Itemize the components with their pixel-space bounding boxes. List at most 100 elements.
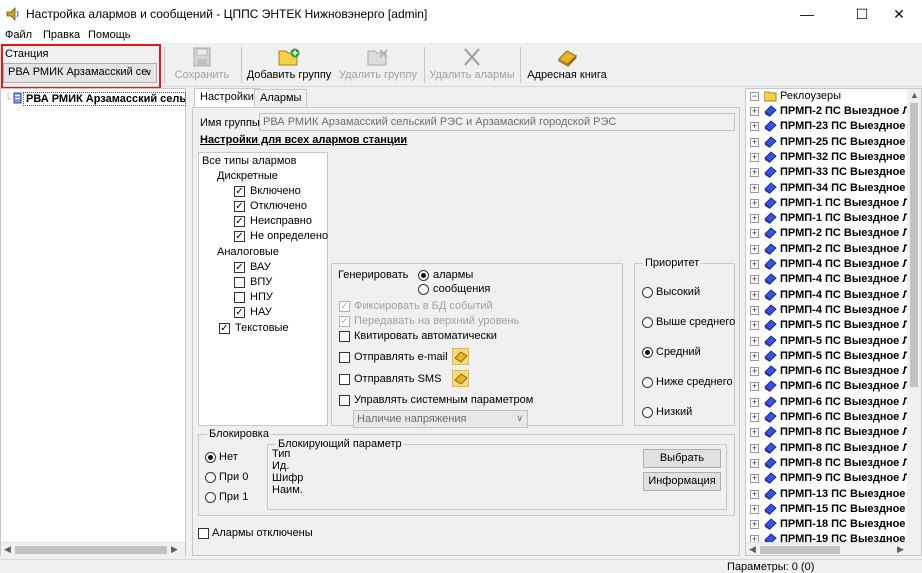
checkbox-undefined[interactable]: ✓	[234, 231, 245, 242]
checkbox-nau[interactable]: ✓	[234, 307, 245, 318]
recloser-tree-item[interactable]: + ПРМП-6 ПС Выездное Л-	[746, 364, 916, 379]
system-param-select[interactable]: Наличие напряжения ∨	[353, 410, 528, 428]
address-book-button[interactable]: Адресная книга	[524, 45, 610, 85]
expand-icon[interactable]: +	[750, 336, 759, 346]
recloser-tree-item[interactable]: + ПРМП-8 ПС Выездное Л-	[746, 425, 916, 440]
recloser-tree-item[interactable]: + ПРМП-33 ПС Выездное Л	[746, 165, 916, 180]
recloser-tree-item[interactable]: + ПРМП-34 ПС Выездное Л	[746, 181, 916, 196]
recloser-tree-item[interactable]: + ПРМП-4 ПС Выездное Л-	[746, 257, 916, 272]
recloser-tree-item[interactable]: + ПРМП-5 ПС Выездное Л-	[746, 349, 916, 364]
expand-icon[interactable]: +	[750, 520, 759, 530]
expand-icon[interactable]: +	[750, 290, 759, 300]
radio-blocking-none[interactable]	[205, 452, 216, 463]
recloser-tree-item[interactable]: + ПРМП-2 ПС Выездное Л-	[746, 226, 916, 241]
recloser-tree-item[interactable]: + ПРМП-32 ПС Выездное Л	[746, 150, 916, 165]
left-horizontal-scrollbar[interactable]: ◀ ▶	[1, 542, 185, 556]
checkbox-manage-param[interactable]	[339, 395, 350, 406]
radio-gen-alarms[interactable]	[418, 270, 429, 281]
menu-edit[interactable]: Правка	[43, 29, 80, 41]
radio-blocking-at-1[interactable]	[205, 492, 216, 503]
recloser-tree-item[interactable]: + ПРМП-6 ПС Выездное Л-	[746, 410, 916, 425]
right-vertical-scrollbar[interactable]: ▲	[907, 89, 921, 555]
radio-priority-above-medium[interactable]	[642, 317, 653, 328]
recloser-tree-item[interactable]: + ПРМП-23 ПС Выездное Л	[746, 119, 916, 134]
menu-help[interactable]: Помощь	[88, 29, 131, 41]
expand-icon[interactable]: +	[750, 137, 759, 147]
scroll-up-icon[interactable]: ▲	[910, 90, 919, 100]
expand-icon[interactable]: +	[750, 244, 759, 254]
scroll-thumb[interactable]	[15, 546, 167, 554]
delete-alarms-button[interactable]: Удалить алармы	[428, 45, 516, 85]
recloser-tree-item[interactable]: + ПРМП-4 ПС Выездное Л-	[746, 303, 916, 318]
expand-icon[interactable]: +	[750, 198, 759, 208]
tree-analog[interactable]: Аналоговые	[217, 246, 279, 258]
checkbox-text[interactable]: ✓	[219, 323, 230, 334]
radio-priority-low[interactable]	[642, 407, 653, 418]
checkbox-send-email[interactable]	[339, 352, 350, 363]
save-button[interactable]: Сохранить	[172, 45, 232, 85]
checkbox-vpu[interactable]	[234, 277, 245, 288]
recloser-tree-item[interactable]: + ПРМП-8 ПС Выездное Л-	[746, 441, 916, 456]
expand-icon[interactable]: +	[750, 397, 759, 407]
scroll-right-icon[interactable]: ▶	[171, 544, 178, 555]
radio-priority-below-medium[interactable]	[642, 377, 653, 388]
expand-icon[interactable]: +	[750, 351, 759, 361]
recloser-tree-item[interactable]: + ПРМП-6 ПС Выездное Л-	[746, 395, 916, 410]
recloser-tree-item[interactable]: + ПРМП-13 ПС Выездное Л	[746, 487, 916, 502]
tab-alarms[interactable]: Алармы	[254, 89, 308, 108]
scroll-right-icon[interactable]: ▶	[897, 544, 904, 555]
tree-item-station-group[interactable]: РВА РМИК Арзамасский сельс	[23, 92, 186, 106]
expand-icon[interactable]: +	[750, 305, 759, 315]
group-name-field[interactable]: РВА РМИК Арзамасский сельский РЭС и Арза…	[259, 113, 735, 131]
expand-icon[interactable]: +	[750, 428, 759, 438]
email-address-book-icon[interactable]	[452, 348, 469, 365]
checkbox-send-upper[interactable]: ✓	[339, 316, 350, 327]
recloser-tree-item[interactable]: + ПРМП-4 ПС Выездное Л-	[746, 288, 916, 303]
expand-icon[interactable]: +	[750, 168, 759, 178]
menu-file[interactable]: Файл	[5, 29, 32, 41]
scroll-thumb[interactable]	[760, 546, 840, 554]
recloser-tree-item[interactable]: + ПРМП-9 ПС Выездное Л-	[746, 471, 916, 486]
checkbox-off[interactable]: ✓	[234, 201, 245, 212]
expand-icon[interactable]: +	[750, 382, 759, 392]
scroll-left-icon[interactable]: ◀	[4, 544, 11, 555]
add-group-button[interactable]: Добавить группу	[246, 45, 332, 85]
checkbox-vau[interactable]: ✓	[234, 262, 245, 273]
expand-icon[interactable]: +	[750, 183, 759, 193]
info-button[interactable]: Информация	[643, 472, 721, 491]
expand-icon[interactable]: +	[750, 152, 759, 162]
expand-icon[interactable]: +	[750, 321, 759, 331]
expand-icon[interactable]: +	[750, 229, 759, 239]
checkbox-alarms-disabled[interactable]	[198, 528, 209, 539]
checkbox-auto-ack[interactable]	[339, 331, 350, 342]
expand-icon[interactable]: +	[750, 260, 759, 269]
expand-icon[interactable]: +	[750, 474, 759, 484]
recloser-tree-item[interactable]: + ПРМП-15 ПС Выездное Л	[746, 502, 916, 517]
expand-icon[interactable]: +	[750, 214, 759, 224]
checkbox-on[interactable]: ✓	[234, 186, 245, 197]
recloser-tree-item[interactable]: + ПРМП-18 ПС Выездное Л	[746, 517, 916, 532]
radio-priority-high[interactable]	[642, 287, 653, 298]
recloser-tree-item[interactable]: + ПРМП-5 ПС Выездное Л-	[746, 318, 916, 333]
radio-blocking-at-0[interactable]	[205, 472, 216, 483]
expand-icon[interactable]: +	[750, 122, 759, 132]
recloser-tree-item[interactable]: + ПРМП-4 ПС Выездное Л-	[746, 272, 916, 287]
scroll-thumb[interactable]	[910, 103, 918, 387]
recloser-tree-item[interactable]: + ПРМП-6 ПС Выездное Л-	[746, 379, 916, 394]
scroll-left-icon[interactable]: ◀	[749, 544, 756, 555]
expand-icon[interactable]: −	[750, 92, 759, 101]
checkbox-npu[interactable]	[234, 292, 245, 303]
recloser-tree-item[interactable]: + ПРМП-2 ПС Выездное Л-	[746, 104, 916, 119]
close-button[interactable]: ✕	[876, 0, 922, 28]
all-alarms-settings-link[interactable]: Настройки для всех алармов станции	[200, 134, 407, 146]
tree-all-types[interactable]: Все типы алармов	[202, 155, 296, 167]
delete-group-button[interactable]: Удалить группу	[337, 45, 419, 85]
expand-icon[interactable]: +	[750, 367, 759, 377]
recloser-tree-item[interactable]: + ПРМП-1 ПС Выездное Л-	[746, 211, 916, 226]
choose-button[interactable]: Выбрать	[643, 449, 721, 468]
checkbox-fix-db[interactable]: ✓	[339, 301, 350, 312]
recloser-tree-item[interactable]: + ПРМП-2 ПС Выездное Л-	[746, 242, 916, 257]
recloser-tree-item[interactable]: + ПРМП-5 ПС Выездное Л-	[746, 334, 916, 349]
tree-discrete[interactable]: Дискретные	[217, 170, 278, 182]
minimize-button[interactable]: —	[784, 0, 830, 28]
